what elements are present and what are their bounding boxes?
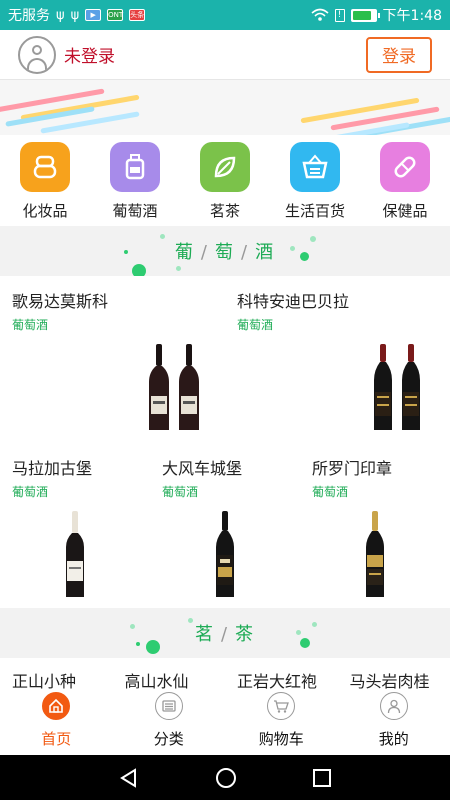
- product-image: [372, 344, 422, 430]
- category-label: 保健品: [382, 202, 428, 220]
- tab-label: 购物车: [258, 730, 304, 748]
- login-button[interactable]: 登录: [366, 36, 432, 73]
- carrier-text: 无服务: [8, 8, 50, 24]
- tab-label: 分类: [153, 730, 184, 748]
- category-tea[interactable]: 茗茶: [180, 140, 270, 224]
- product-name: 大风车城堡: [162, 459, 243, 478]
- category-wine[interactable]: 葡萄酒: [90, 140, 180, 224]
- screen-record-icon: ▶: [85, 9, 102, 21]
- tea-leaf-icon: [200, 142, 250, 192]
- tab-label: 首页: [41, 730, 72, 748]
- category-cosmetics[interactable]: 化妆品: [0, 140, 90, 224]
- category-label: 化妆品: [22, 202, 68, 220]
- product-name: 科特安迪巴贝拉: [237, 292, 350, 311]
- category-health[interactable]: 保健品: [360, 140, 450, 224]
- product-category-tag: 葡萄酒: [237, 318, 274, 332]
- home-circle-icon[interactable]: [215, 767, 237, 789]
- product-image: [364, 511, 386, 597]
- status-right: ! 下午1:48: [311, 5, 442, 25]
- category-daily-goods[interactable]: 生活百货: [270, 140, 360, 224]
- product-image: [147, 344, 201, 430]
- login-status-text[interactable]: 未登录: [64, 42, 115, 67]
- category-label: 生活百货: [284, 202, 345, 220]
- tab-profile[interactable]: 我的: [338, 690, 450, 755]
- product-name: 所罗门印章: [312, 459, 393, 478]
- avatar[interactable]: [18, 35, 56, 74]
- app-screen: 无服务 ψ ψ ▶ ONT 头条 ! 下午1:48 未登录 登录 化妆品 葡萄酒…: [0, 0, 450, 800]
- wine-icon: [110, 142, 160, 192]
- product-name: 马拉加古堡: [12, 459, 93, 478]
- usb-debug-icon: ψ: [70, 7, 80, 23]
- product-category-tag: 葡萄酒: [162, 485, 199, 499]
- shopping-basket-icon: [290, 142, 340, 192]
- product-image: [64, 511, 86, 597]
- category-row: 化妆品 葡萄酒 茗茶 生活百货 保健品: [0, 140, 450, 224]
- category-label: 茗茶: [209, 202, 240, 220]
- usb-icon: ψ: [56, 7, 65, 23]
- product-image: [214, 511, 236, 597]
- tab-category[interactable]: 分类: [113, 690, 226, 755]
- capsule-icon: [380, 142, 430, 192]
- product-category-tag: 葡萄酒: [12, 318, 49, 332]
- clock-text: 下午1:48: [382, 8, 442, 24]
- header: 未登录 登录: [0, 30, 450, 80]
- back-icon[interactable]: [118, 767, 140, 789]
- wine-section-header: 葡 / 萄 / 酒: [0, 226, 450, 276]
- product-card[interactable]: 马拉加古堡 葡萄酒: [12, 455, 152, 605]
- app-badge-2: 头条: [129, 9, 146, 21]
- list-icon: [154, 692, 183, 720]
- product-name: 歌易达莫斯科: [12, 292, 109, 311]
- category-label: 葡萄酒: [112, 202, 158, 220]
- home-icon: [42, 692, 71, 720]
- sim-icon: !: [334, 8, 345, 22]
- product-card[interactable]: 科特安迪巴贝拉 葡萄酒: [237, 288, 450, 438]
- battery-icon: [350, 8, 380, 22]
- banner[interactable]: [0, 80, 450, 135]
- user-icon: [379, 692, 408, 720]
- wifi-icon: [311, 8, 329, 21]
- section-title: 葡 / 萄 / 酒: [174, 242, 276, 263]
- tea-section-header: 茗 / 茶: [0, 608, 450, 658]
- product-card[interactable]: 大风车城堡 葡萄酒: [162, 455, 302, 605]
- product-category-tag: 葡萄酒: [312, 485, 349, 499]
- product-card[interactable]: 所罗门印章 葡萄酒: [312, 455, 450, 605]
- cosmetics-icon: [20, 142, 70, 192]
- system-navigation-bar: [0, 755, 450, 800]
- tab-label: 我的: [378, 730, 409, 748]
- status-left: 无服务 ψ ψ ▶ ONT 头条: [8, 5, 146, 25]
- tab-home[interactable]: 首页: [0, 690, 113, 755]
- app-badge-1: ONT: [107, 9, 124, 21]
- product-card[interactable]: 歌易达莫斯科 葡萄酒: [12, 288, 227, 438]
- product-category-tag: 葡萄酒: [12, 485, 49, 499]
- section-title: 茗 / 茶: [194, 624, 256, 645]
- recents-icon[interactable]: [312, 768, 332, 788]
- bottom-tab-bar: 首页 分类 购物车 我的: [0, 690, 450, 755]
- status-bar: 无服务 ψ ψ ▶ ONT 头条 ! 下午1:48: [0, 0, 450, 30]
- cart-icon: [267, 692, 296, 720]
- tab-cart[interactable]: 购物车: [225, 690, 338, 755]
